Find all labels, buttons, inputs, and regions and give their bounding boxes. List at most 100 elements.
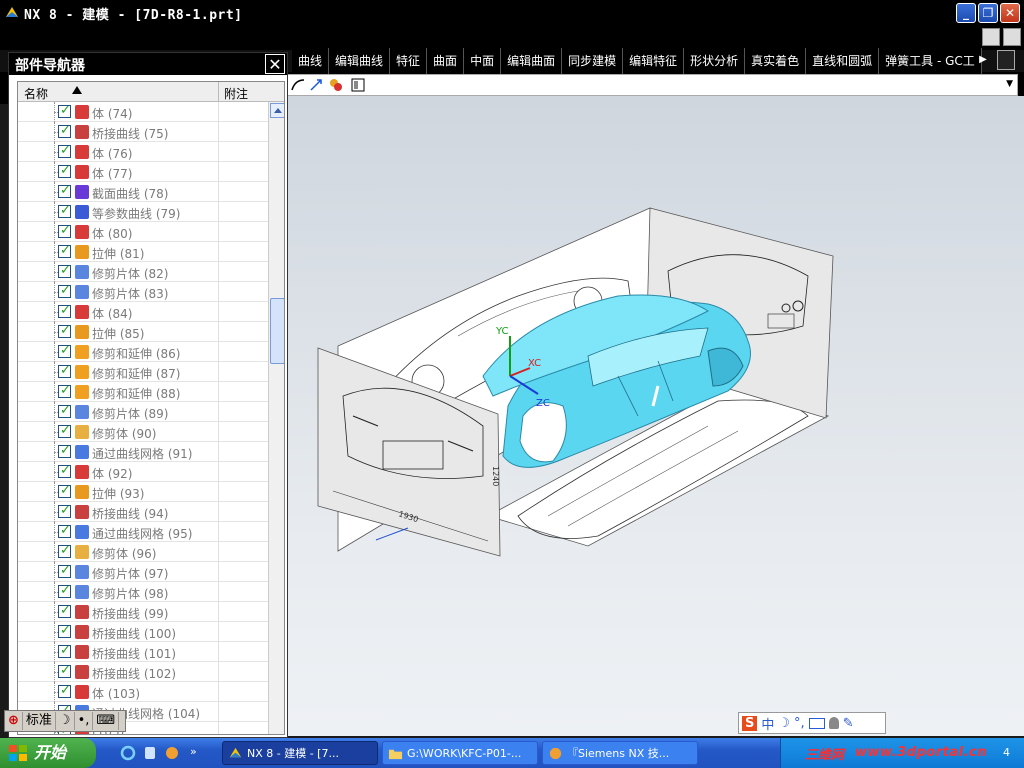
ribbon-tab[interactable]: 曲线 (292, 48, 330, 74)
ribbon-restore-icon[interactable] (997, 50, 1015, 70)
feature-checkbox[interactable] (58, 203, 71, 218)
feature-checkbox[interactable] (58, 563, 71, 578)
feature-row[interactable]: 拉伸 (85) (18, 322, 268, 342)
media-player-icon[interactable] (142, 745, 158, 761)
feature-checkbox[interactable] (58, 363, 71, 378)
clock[interactable]: 4 (1003, 746, 1010, 759)
feature-checkbox[interactable] (58, 583, 71, 598)
ribbon-tab[interactable]: 编辑曲面 (501, 48, 563, 74)
curve-tool-icon[interactable] (291, 78, 305, 92)
feature-row[interactable]: 修剪和延伸 (88) (18, 382, 268, 402)
feature-checkbox[interactable] (58, 223, 71, 238)
feature-row[interactable]: 截面曲线 (78) (18, 182, 268, 202)
feature-checkbox[interactable] (58, 463, 71, 478)
feature-checkbox[interactable] (58, 263, 71, 278)
feature-checkbox[interactable] (58, 443, 71, 458)
feature-checkbox[interactable] (58, 643, 71, 658)
feature-row[interactable]: 桥接曲线 (102) (18, 662, 268, 682)
feature-checkbox[interactable] (58, 323, 71, 338)
feature-row[interactable]: 修剪体 (90) (18, 422, 268, 442)
restore-button[interactable]: ❐ (978, 3, 998, 23)
feature-row[interactable]: 修剪片体 (83) (18, 282, 268, 302)
arrow-tool-icon[interactable] (309, 78, 323, 92)
feature-checkbox[interactable] (58, 143, 71, 158)
task-browser[interactable]: 『Siemens NX 技... (542, 741, 698, 765)
feature-checkbox[interactable] (58, 103, 71, 118)
feature-row[interactable]: 拉伸 (93) (18, 482, 268, 502)
ime-keyboard-icon[interactable]: ⌨ (93, 712, 120, 730)
feature-row[interactable]: 桥接曲线 (100) (18, 622, 268, 642)
sogou-chinese-mode[interactable]: 中 (761, 714, 774, 733)
ribbon-tab[interactable]: 同步建模 (562, 48, 624, 74)
feature-checkbox[interactable] (58, 183, 71, 198)
feature-row[interactable]: 修剪体 (96) (18, 542, 268, 562)
ime-mode[interactable]: 标准 (23, 712, 56, 730)
feature-checkbox[interactable] (58, 403, 71, 418)
quicklaunch-more-icon[interactable]: » (190, 745, 206, 761)
ie-icon[interactable] (120, 745, 136, 761)
feature-checkbox[interactable] (58, 603, 71, 618)
start-button[interactable]: 开始 (0, 738, 96, 768)
column-divider[interactable] (218, 82, 219, 102)
feature-checkbox[interactable] (58, 503, 71, 518)
ribbon-tab[interactable]: 曲面 (427, 48, 465, 74)
feature-row[interactable]: 修剪片体 (98) (18, 582, 268, 602)
feature-row[interactable]: 桥接曲线 (99) (18, 602, 268, 622)
feature-row[interactable]: 体 (92) (18, 462, 268, 482)
ribbon-tab[interactable]: 弹簧工具 - GC工 (879, 48, 982, 74)
scroll-up-button[interactable] (270, 103, 284, 118)
ribbon-tab[interactable]: 中面 (464, 48, 502, 74)
feature-row[interactable]: 修剪片体 (89) (18, 402, 268, 422)
feature-row[interactable]: 桥接曲线 (94) (18, 502, 268, 522)
graphics-viewport[interactable]: 1930 1240 YC XC ZC (288, 96, 1024, 736)
ribbon-tab[interactable]: 编辑特征 (623, 48, 685, 74)
ribbon-tab[interactable]: 直线和圆弧 (806, 48, 880, 74)
ime-logo-icon[interactable]: ⊕ (5, 712, 23, 730)
feature-row[interactable]: 体 (76) (18, 142, 268, 162)
ime-halfwidth-icon[interactable]: ☽ (56, 712, 75, 730)
feature-checkbox[interactable] (58, 423, 71, 438)
ribbon-tab[interactable]: 特征 (390, 48, 428, 74)
sogou-keyboard-icon[interactable] (808, 717, 825, 729)
feature-checkbox[interactable] (58, 483, 71, 498)
feature-row[interactable]: 修剪片体 (82) (18, 262, 268, 282)
feature-checkbox[interactable] (58, 383, 71, 398)
feature-row[interactable]: 体 (77) (18, 162, 268, 182)
sogou-halfwidth-icon[interactable]: ☽ (778, 716, 790, 731)
toolbar-dropdown-icon[interactable]: ▼ (1006, 79, 1013, 89)
feature-checkbox[interactable] (58, 543, 71, 558)
feature-checkbox[interactable] (58, 123, 71, 138)
feature-checkbox[interactable] (58, 163, 71, 178)
ribbon-tab[interactable]: 编辑曲线 (329, 48, 391, 74)
sogou-punct-icon[interactable]: °, (794, 716, 805, 731)
task-nx[interactable]: NX 8 - 建模 - [7... (222, 741, 378, 765)
close-button[interactable]: ✕ (1000, 3, 1020, 23)
ribbon-option-icon[interactable] (982, 28, 1000, 46)
feature-checkbox[interactable] (58, 523, 71, 538)
task-folder[interactable]: G:\WORK\KFC-P01-... (382, 741, 538, 765)
feature-checkbox[interactable] (58, 663, 71, 678)
sogou-logo-icon[interactable]: S (742, 715, 758, 731)
feature-row[interactable]: 修剪片体 (97) (18, 562, 268, 582)
feature-row[interactable]: 拉伸 (81) (18, 242, 268, 262)
feature-row[interactable]: 修剪和延伸 (87) (18, 362, 268, 382)
browser-icon[interactable] (164, 745, 180, 761)
column-note[interactable]: 附注 (224, 85, 248, 102)
navigator-close-button[interactable]: ✕ (265, 54, 285, 74)
column-name[interactable]: 名称 (24, 85, 48, 102)
model-view[interactable]: 1930 1240 YC XC ZC (288, 96, 1024, 736)
ribbon-window-icon[interactable] (1003, 28, 1021, 46)
ribbon-tab[interactable]: 真实着色 (745, 48, 807, 74)
scroll-thumb[interactable] (270, 298, 284, 364)
feature-row[interactable]: 体 (74) (18, 102, 268, 122)
sogou-tools-icon[interactable]: ✎ (843, 716, 854, 731)
feature-row[interactable]: 修剪和延伸 (86) (18, 342, 268, 362)
feature-row[interactable]: 桥接曲线 (101) (18, 642, 268, 662)
feature-checkbox[interactable] (58, 303, 71, 318)
minimize-button[interactable]: _ (956, 3, 976, 23)
feature-checkbox[interactable] (58, 683, 71, 698)
ribbon-tab[interactable]: 形状分析 (684, 48, 746, 74)
feature-row[interactable]: 桥接曲线 (75) (18, 122, 268, 142)
feature-row[interactable]: 等参数曲线 (79) (18, 202, 268, 222)
color-tool-icon[interactable] (329, 78, 343, 92)
